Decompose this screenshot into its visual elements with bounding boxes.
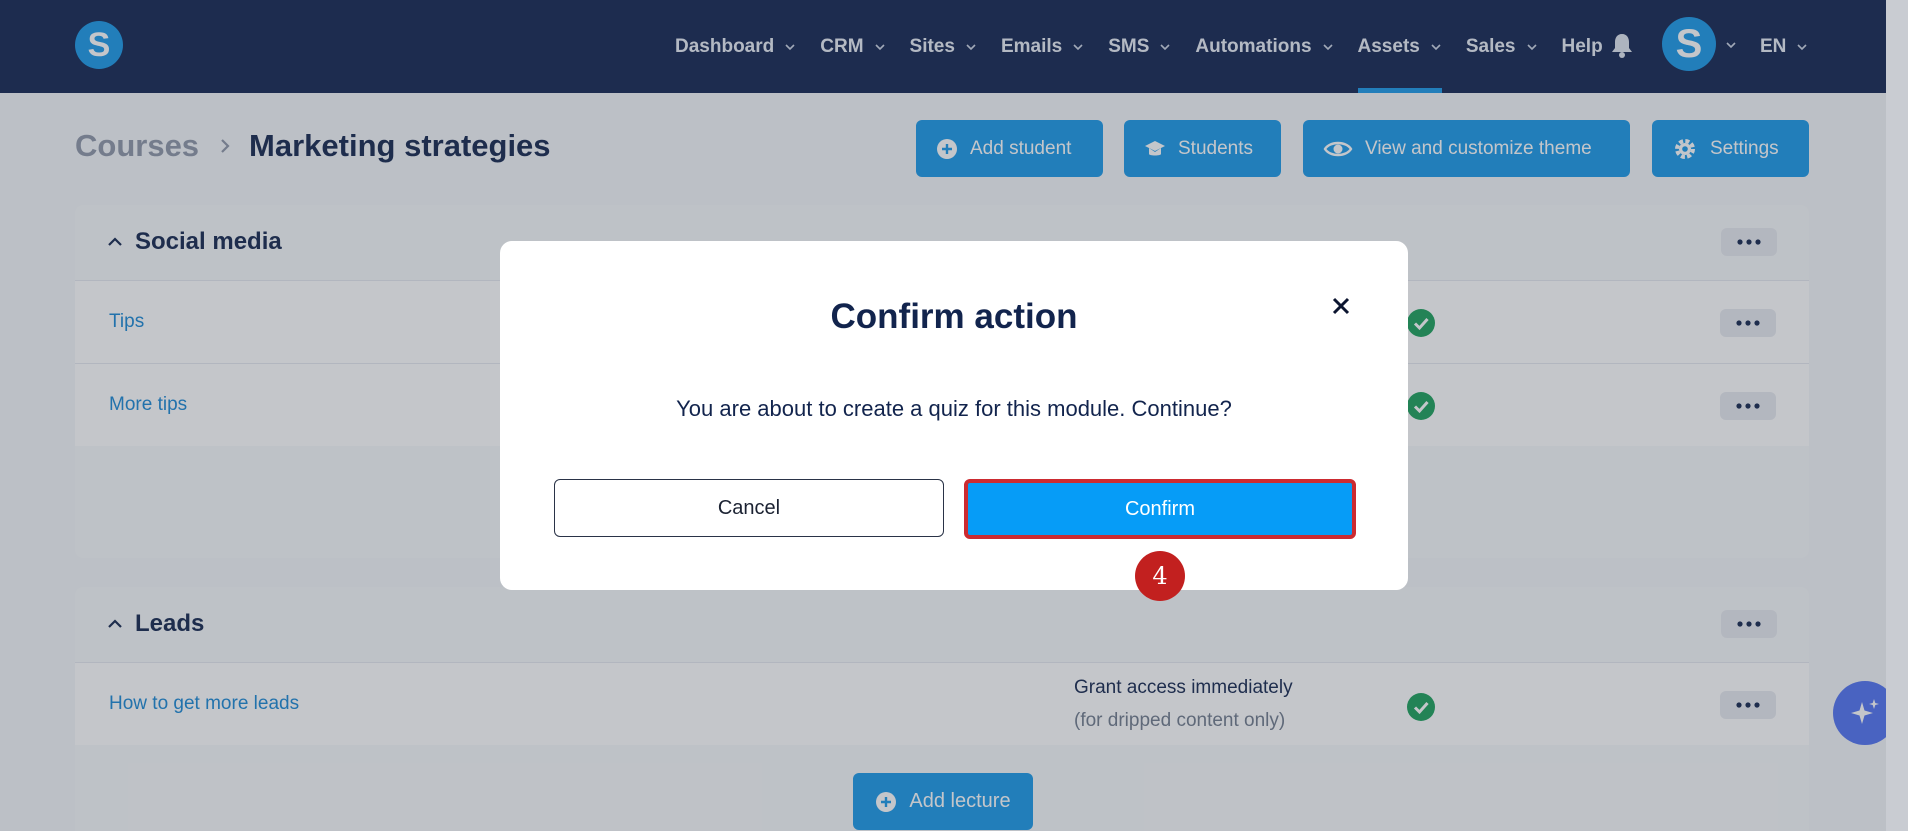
cancel-button[interactable]: Cancel	[554, 479, 944, 537]
close-icon[interactable]	[1330, 295, 1352, 317]
confirm-dialog: Confirm action You are about to create a…	[500, 241, 1408, 590]
dialog-message: You are about to create a quiz for this …	[676, 396, 1232, 421]
step-number-badge: 4	[1135, 551, 1185, 601]
dialog-title: Confirm action	[830, 297, 1078, 336]
confirm-button[interactable]: Confirm	[964, 479, 1356, 539]
page-scrollbar-track[interactable]	[1886, 0, 1908, 831]
